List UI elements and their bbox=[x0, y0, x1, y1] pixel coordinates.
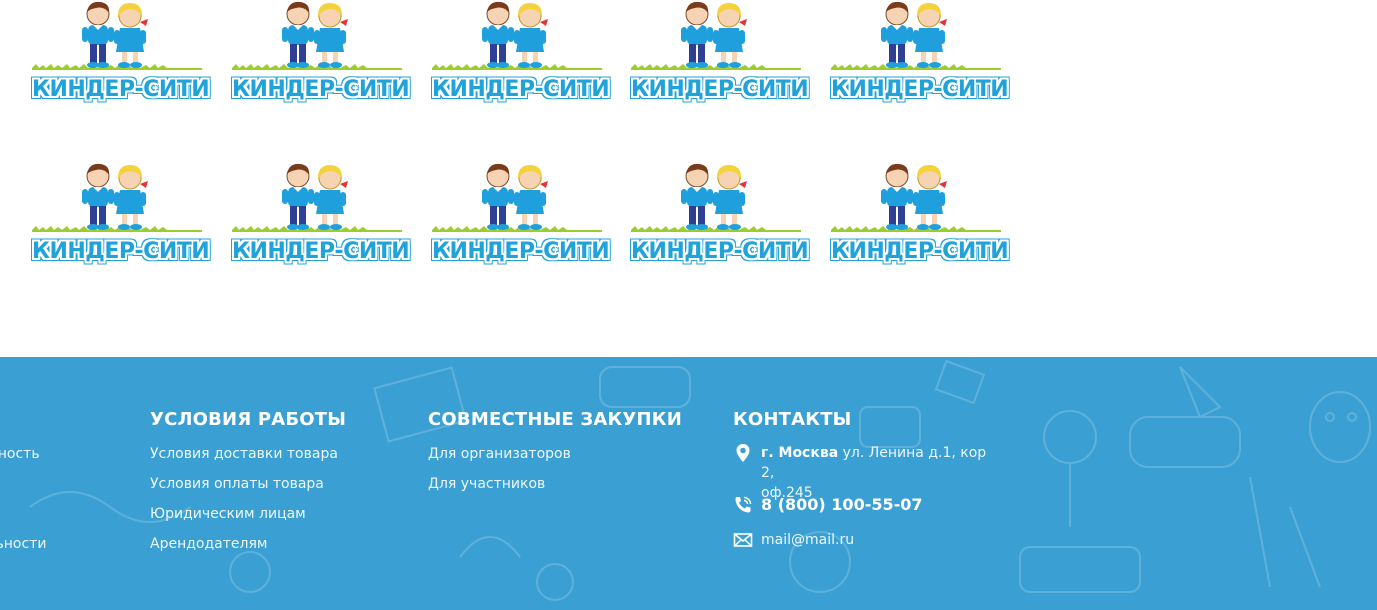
contact-phone: 8 (800) 100-55-07 bbox=[733, 495, 923, 515]
kids-illustration bbox=[432, 1, 602, 70]
kids-illustration bbox=[831, 1, 1001, 70]
footer-link-landlords[interactable]: Арендодателям bbox=[150, 536, 267, 552]
partner-logo[interactable]: КИНДЕР-СИТИ bbox=[831, 162, 1009, 270]
kids-illustration bbox=[631, 1, 801, 70]
partner-logo[interactable]: КИНДЕР-СИТИ bbox=[631, 0, 809, 108]
contact-email: mail@mail.ru bbox=[733, 530, 854, 550]
footer-link-payment[interactable]: Условия оплаты товара bbox=[150, 476, 324, 492]
kids-illustration bbox=[232, 1, 402, 70]
footer-link-delivery[interactable]: Условия доставки товара bbox=[150, 446, 338, 462]
logo-wordmark: КИНДЕР-СИТИ bbox=[432, 77, 610, 102]
logo-wordmark: КИНДЕР-СИТИ bbox=[831, 77, 1009, 102]
logo-wordmark: КИНДЕР-СИТИ bbox=[32, 239, 210, 264]
partner-logo[interactable]: КИНДЕР-СИТИ bbox=[831, 0, 1009, 108]
footer-col-title: УСЛОВИЯ РАБОТЫ bbox=[150, 409, 347, 430]
logo-wordmark: КИНДЕР-СИТИ bbox=[631, 239, 809, 264]
partner-logo[interactable]: КИНДЕР-СИТИ bbox=[232, 162, 410, 270]
contact-email-link[interactable]: mail@mail.ru bbox=[761, 530, 854, 550]
kids-illustration bbox=[32, 1, 202, 70]
footer-link-participants[interactable]: Для участников bbox=[428, 476, 545, 492]
kids-illustration bbox=[32, 163, 202, 232]
contact-address: г. Москва ул. Ленина д.1, кор 2, оф.245 bbox=[733, 443, 1003, 503]
logo-wordmark: КИНДЕР-СИТИ bbox=[432, 239, 610, 264]
partner-logo[interactable]: КИНДЕР-СИТИ bbox=[432, 162, 610, 270]
partner-logo[interactable]: КИНДЕР-СИТИ bbox=[32, 162, 210, 270]
phone-icon bbox=[735, 496, 752, 513]
partner-logo[interactable]: КИНДЕР-СИТИ bbox=[232, 0, 410, 108]
site-footer: енность альности УСЛОВИЯ РАБОТЫ Условия … bbox=[0, 357, 1377, 610]
partner-logo[interactable]: КИНДЕР-СИТИ bbox=[631, 162, 809, 270]
kids-illustration bbox=[631, 163, 801, 232]
footer-col-title: СОВМЕСТНЫЕ ЗАКУПКИ bbox=[428, 409, 682, 430]
logo-wordmark: КИНДЕР-СИТИ bbox=[232, 239, 410, 264]
contact-city: г. Москва bbox=[761, 445, 839, 461]
kids-illustration bbox=[232, 163, 402, 232]
logo-wordmark: КИНДЕР-СИТИ bbox=[32, 77, 210, 102]
footer-link-partial[interactable]: енность bbox=[0, 446, 40, 462]
footer-link-legal[interactable]: Юридическим лицам bbox=[150, 506, 306, 522]
footer-col-title: КОНТАКТЫ bbox=[733, 409, 852, 430]
contact-phone-link[interactable]: 8 (800) 100-55-07 bbox=[761, 495, 923, 515]
envelope-icon bbox=[733, 533, 753, 547]
logo-wordmark: КИНДЕР-СИТИ bbox=[831, 239, 1009, 264]
partners-logo-grid: КИНДЕР-СИТИ КИНДЕР-СИТИ КИНДЕР-СИТИ КИНД… bbox=[0, 0, 1377, 357]
footer-link-organizers[interactable]: Для организаторов bbox=[428, 446, 571, 462]
footer-link-partial[interactable]: альности bbox=[0, 536, 46, 552]
logo-wordmark: КИНДЕР-СИТИ bbox=[232, 77, 410, 102]
kids-illustration bbox=[432, 163, 602, 232]
partner-logo[interactable]: КИНДЕР-СИТИ bbox=[32, 0, 210, 108]
map-pin-icon bbox=[736, 444, 750, 462]
kids-illustration bbox=[831, 163, 1001, 232]
logo-wordmark: КИНДЕР-СИТИ bbox=[631, 77, 809, 102]
partner-logo[interactable]: КИНДЕР-СИТИ bbox=[432, 0, 610, 108]
